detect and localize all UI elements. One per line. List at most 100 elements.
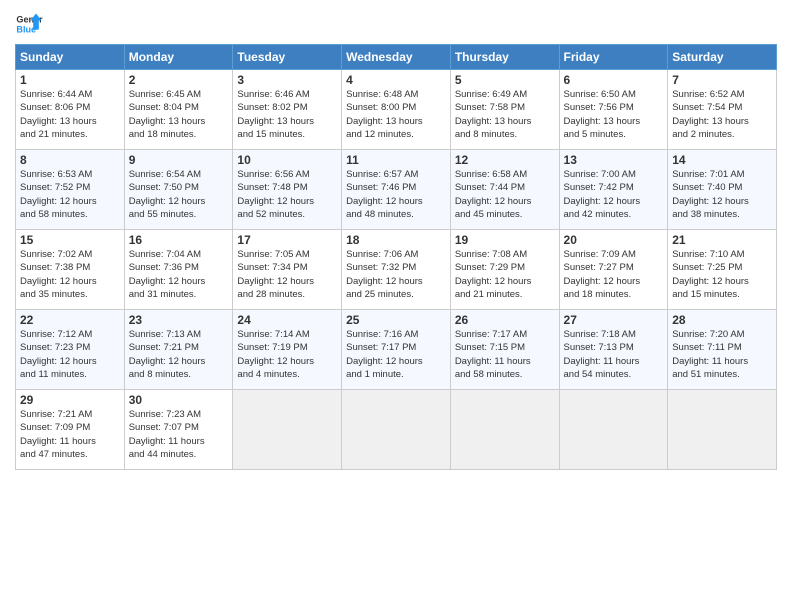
day-number: 13 [564, 153, 664, 167]
day-info: Sunrise: 6:53 AMSunset: 7:52 PMDaylight:… [20, 168, 120, 221]
day-number: 30 [129, 393, 229, 407]
calendar-cell: 21Sunrise: 7:10 AMSunset: 7:25 PMDayligh… [668, 230, 777, 310]
day-number: 21 [672, 233, 772, 247]
day-number: 4 [346, 73, 446, 87]
day-info: Sunrise: 7:16 AMSunset: 7:17 PMDaylight:… [346, 328, 446, 381]
day-number: 1 [20, 73, 120, 87]
day-number: 24 [237, 313, 337, 327]
day-info: Sunrise: 7:06 AMSunset: 7:32 PMDaylight:… [346, 248, 446, 301]
day-info: Sunrise: 6:46 AMSunset: 8:02 PMDaylight:… [237, 88, 337, 141]
logo-icon: General Blue [15, 10, 43, 38]
day-info: Sunrise: 7:09 AMSunset: 7:27 PMDaylight:… [564, 248, 664, 301]
header-thursday: Thursday [450, 45, 559, 70]
day-number: 27 [564, 313, 664, 327]
day-info: Sunrise: 6:57 AMSunset: 7:46 PMDaylight:… [346, 168, 446, 221]
day-info: Sunrise: 7:10 AMSunset: 7:25 PMDaylight:… [672, 248, 772, 301]
logo: General Blue [15, 10, 43, 38]
day-info: Sunrise: 6:56 AMSunset: 7:48 PMDaylight:… [237, 168, 337, 221]
calendar-cell: 2Sunrise: 6:45 AMSunset: 8:04 PMDaylight… [124, 70, 233, 150]
day-info: Sunrise: 6:52 AMSunset: 7:54 PMDaylight:… [672, 88, 772, 141]
calendar-cell: 1Sunrise: 6:44 AMSunset: 8:06 PMDaylight… [16, 70, 125, 150]
day-number: 17 [237, 233, 337, 247]
day-info: Sunrise: 7:20 AMSunset: 7:11 PMDaylight:… [672, 328, 772, 381]
header-tuesday: Tuesday [233, 45, 342, 70]
header-monday: Monday [124, 45, 233, 70]
day-number: 25 [346, 313, 446, 327]
calendar-cell [233, 390, 342, 470]
svg-text:Blue: Blue [16, 24, 36, 34]
day-info: Sunrise: 7:02 AMSunset: 7:38 PMDaylight:… [20, 248, 120, 301]
day-info: Sunrise: 7:00 AMSunset: 7:42 PMDaylight:… [564, 168, 664, 221]
day-number: 29 [20, 393, 120, 407]
day-number: 3 [237, 73, 337, 87]
calendar-cell: 9Sunrise: 6:54 AMSunset: 7:50 PMDaylight… [124, 150, 233, 230]
day-info: Sunrise: 7:12 AMSunset: 7:23 PMDaylight:… [20, 328, 120, 381]
calendar-cell: 25Sunrise: 7:16 AMSunset: 7:17 PMDayligh… [342, 310, 451, 390]
calendar-cell: 10Sunrise: 6:56 AMSunset: 7:48 PMDayligh… [233, 150, 342, 230]
calendar-table: Sunday Monday Tuesday Wednesday Thursday… [15, 44, 777, 470]
calendar-cell: 28Sunrise: 7:20 AMSunset: 7:11 PMDayligh… [668, 310, 777, 390]
calendar-cell: 29Sunrise: 7:21 AMSunset: 7:09 PMDayligh… [16, 390, 125, 470]
calendar-cell: 27Sunrise: 7:18 AMSunset: 7:13 PMDayligh… [559, 310, 668, 390]
calendar-cell: 6Sunrise: 6:50 AMSunset: 7:56 PMDaylight… [559, 70, 668, 150]
day-number: 11 [346, 153, 446, 167]
calendar-cell [342, 390, 451, 470]
calendar-cell: 22Sunrise: 7:12 AMSunset: 7:23 PMDayligh… [16, 310, 125, 390]
header-friday: Friday [559, 45, 668, 70]
day-number: 8 [20, 153, 120, 167]
calendar-cell: 4Sunrise: 6:48 AMSunset: 8:00 PMDaylight… [342, 70, 451, 150]
day-number: 12 [455, 153, 555, 167]
day-number: 23 [129, 313, 229, 327]
day-info: Sunrise: 6:49 AMSunset: 7:58 PMDaylight:… [455, 88, 555, 141]
day-info: Sunrise: 7:18 AMSunset: 7:13 PMDaylight:… [564, 328, 664, 381]
day-number: 20 [564, 233, 664, 247]
day-info: Sunrise: 7:13 AMSunset: 7:21 PMDaylight:… [129, 328, 229, 381]
calendar-cell: 12Sunrise: 6:58 AMSunset: 7:44 PMDayligh… [450, 150, 559, 230]
day-number: 16 [129, 233, 229, 247]
day-info: Sunrise: 6:50 AMSunset: 7:56 PMDaylight:… [564, 88, 664, 141]
calendar-cell: 17Sunrise: 7:05 AMSunset: 7:34 PMDayligh… [233, 230, 342, 310]
calendar-cell: 14Sunrise: 7:01 AMSunset: 7:40 PMDayligh… [668, 150, 777, 230]
day-info: Sunrise: 7:04 AMSunset: 7:36 PMDaylight:… [129, 248, 229, 301]
calendar-cell: 15Sunrise: 7:02 AMSunset: 7:38 PMDayligh… [16, 230, 125, 310]
calendar-cell: 24Sunrise: 7:14 AMSunset: 7:19 PMDayligh… [233, 310, 342, 390]
day-number: 22 [20, 313, 120, 327]
day-info: Sunrise: 6:48 AMSunset: 8:00 PMDaylight:… [346, 88, 446, 141]
calendar-cell: 18Sunrise: 7:06 AMSunset: 7:32 PMDayligh… [342, 230, 451, 310]
calendar-cell: 8Sunrise: 6:53 AMSunset: 7:52 PMDaylight… [16, 150, 125, 230]
calendar-cell [668, 390, 777, 470]
calendar-cell: 16Sunrise: 7:04 AMSunset: 7:36 PMDayligh… [124, 230, 233, 310]
day-number: 6 [564, 73, 664, 87]
day-number: 26 [455, 313, 555, 327]
day-info: Sunrise: 6:44 AMSunset: 8:06 PMDaylight:… [20, 88, 120, 141]
calendar-cell: 13Sunrise: 7:00 AMSunset: 7:42 PMDayligh… [559, 150, 668, 230]
calendar-cell: 26Sunrise: 7:17 AMSunset: 7:15 PMDayligh… [450, 310, 559, 390]
day-info: Sunrise: 6:45 AMSunset: 8:04 PMDaylight:… [129, 88, 229, 141]
day-info: Sunrise: 7:01 AMSunset: 7:40 PMDaylight:… [672, 168, 772, 221]
day-info: Sunrise: 7:17 AMSunset: 7:15 PMDaylight:… [455, 328, 555, 381]
day-number: 15 [20, 233, 120, 247]
header-sunday: Sunday [16, 45, 125, 70]
calendar-cell: 5Sunrise: 6:49 AMSunset: 7:58 PMDaylight… [450, 70, 559, 150]
day-info: Sunrise: 6:54 AMSunset: 7:50 PMDaylight:… [129, 168, 229, 221]
calendar-cell [559, 390, 668, 470]
header-saturday: Saturday [668, 45, 777, 70]
calendar-cell: 30Sunrise: 7:23 AMSunset: 7:07 PMDayligh… [124, 390, 233, 470]
day-info: Sunrise: 7:14 AMSunset: 7:19 PMDaylight:… [237, 328, 337, 381]
calendar-cell: 23Sunrise: 7:13 AMSunset: 7:21 PMDayligh… [124, 310, 233, 390]
day-info: Sunrise: 7:08 AMSunset: 7:29 PMDaylight:… [455, 248, 555, 301]
day-info: Sunrise: 6:58 AMSunset: 7:44 PMDaylight:… [455, 168, 555, 221]
day-number: 7 [672, 73, 772, 87]
calendar-cell [450, 390, 559, 470]
calendar-cell: 20Sunrise: 7:09 AMSunset: 7:27 PMDayligh… [559, 230, 668, 310]
day-number: 28 [672, 313, 772, 327]
day-number: 18 [346, 233, 446, 247]
calendar-cell: 19Sunrise: 7:08 AMSunset: 7:29 PMDayligh… [450, 230, 559, 310]
calendar-cell: 3Sunrise: 6:46 AMSunset: 8:02 PMDaylight… [233, 70, 342, 150]
day-number: 10 [237, 153, 337, 167]
day-number: 9 [129, 153, 229, 167]
day-number: 2 [129, 73, 229, 87]
day-info: Sunrise: 7:21 AMSunset: 7:09 PMDaylight:… [20, 408, 120, 461]
calendar-cell: 7Sunrise: 6:52 AMSunset: 7:54 PMDaylight… [668, 70, 777, 150]
header-wednesday: Wednesday [342, 45, 451, 70]
